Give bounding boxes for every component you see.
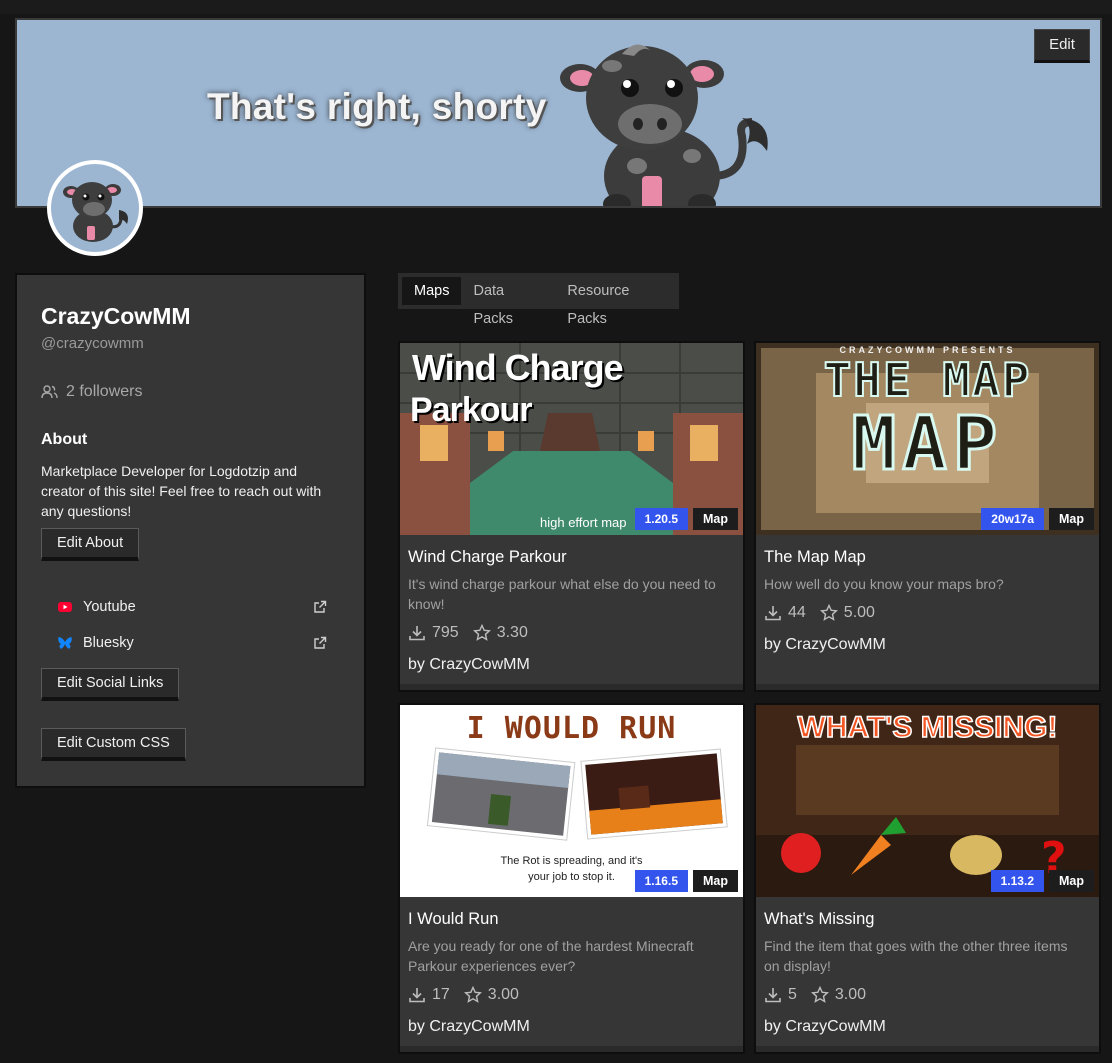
bluesky-icon: [58, 637, 72, 649]
edit-custom-css-button[interactable]: Edit Custom CSS: [41, 728, 186, 761]
tab-resource-packs[interactable]: Resource Packs: [555, 277, 679, 327]
social-link-bluesky[interactable]: Bluesky: [57, 631, 327, 655]
rating-value: 3.00: [487, 986, 519, 1003]
card-title[interactable]: What's Missing: [764, 910, 874, 929]
card-stats: 17 3.00: [408, 986, 533, 1004]
card-stats: 795 3.30: [408, 624, 542, 642]
star-icon: [472, 624, 491, 641]
content-tabs: Maps Data Packs Resource Packs: [398, 273, 679, 327]
profile-sidebar: CrazyCowMM @crazycowmm 2 followers About…: [15, 273, 366, 788]
map-card-wind-charge-parkour[interactable]: Wind Charge Parkour high effort map 1.20…: [398, 341, 745, 692]
card-description: How well do you know your maps bro?: [764, 576, 1004, 592]
map-card-the-map-map[interactable]: CRAZYCOWMM PRESENTS THE MAP MAP 20w17a M…: [754, 341, 1101, 692]
youtube-icon: [58, 602, 72, 612]
card-author[interactable]: by CrazyCowMM: [764, 636, 886, 654]
rating-value: 3.00: [834, 986, 867, 1003]
star-icon: [810, 986, 829, 1003]
card-thumbnail[interactable]: Wind Charge Parkour high effort map 1.20…: [400, 343, 743, 535]
card-footer: [400, 1046, 743, 1052]
download-icon: [409, 988, 425, 1003]
download-icon: [765, 988, 781, 1003]
version-badge: 20w17a: [981, 508, 1044, 530]
tab-data-packs[interactable]: Data Packs: [461, 277, 555, 327]
thumbnail-subtitle: MAP: [850, 400, 1004, 489]
card-title[interactable]: The Map Map: [764, 548, 866, 567]
avatar[interactable]: [47, 160, 143, 256]
external-link-icon[interactable]: [313, 600, 327, 614]
card-description: Find the item that goes with the other t…: [764, 938, 1068, 974]
thumbnail-title: THE MAP: [823, 352, 1032, 408]
card-footer: [400, 684, 743, 690]
tab-maps[interactable]: Maps: [402, 277, 462, 305]
thumbnail-title: I WOULD RUN: [466, 711, 677, 746]
thumbnail-title: Wind Charge: [412, 347, 624, 388]
card-footer: [756, 684, 1099, 690]
thumbnail-caption-line2: your job to stop it.: [528, 871, 615, 883]
card-thumbnail[interactable]: ? WHAT'S MISSING! 1.13.2 Map: [756, 705, 1099, 897]
download-count: 44: [788, 604, 806, 621]
followers-count[interactable]: 2 followers: [41, 383, 142, 401]
users-icon: [41, 385, 58, 399]
about-heading: About: [41, 431, 88, 448]
map-card-i-would-run[interactable]: I WOULD RUN The Rot is spreading, and it…: [398, 703, 745, 1054]
download-count: 5: [788, 986, 797, 1003]
download-count: 17: [432, 986, 450, 1003]
type-badge: Map: [1049, 870, 1094, 892]
map-card-whats-missing[interactable]: ? WHAT'S MISSING! 1.13.2 Map What's Miss…: [754, 703, 1101, 1054]
download-count: 795: [432, 624, 459, 641]
card-stats: 44 5.00: [764, 604, 889, 622]
card-thumbnail[interactable]: CRAZYCOWMM PRESENTS THE MAP MAP 20w17a M…: [756, 343, 1099, 535]
card-author[interactable]: by CrazyCowMM: [764, 1018, 886, 1036]
edit-about-button[interactable]: Edit About: [41, 528, 140, 561]
card-description: It's wind charge parkour what else do yo…: [408, 576, 716, 612]
rating-value: 3.30: [496, 624, 528, 641]
cow-avatar-image: [63, 182, 128, 242]
version-badge: 1.13.2: [990, 870, 1044, 892]
thumbnail-caption: high effort map: [540, 515, 627, 530]
followers-label: 2 followers: [66, 383, 143, 400]
star-icon: [463, 986, 482, 1003]
profile-handle: @crazycowmm: [41, 335, 144, 352]
thumbnail-subtitle: Parkour: [410, 391, 532, 429]
type-badge: Map: [1049, 508, 1094, 530]
card-author[interactable]: by CrazyCowMM: [408, 1018, 530, 1036]
profile-name: CrazyCowMM: [41, 303, 191, 329]
external-link-icon[interactable]: [313, 636, 327, 650]
download-icon: [765, 606, 781, 621]
about-text: Marketplace Developer for Logdotzip and …: [41, 463, 322, 519]
profile-banner: That's right, shorty Edit: [15, 18, 1102, 208]
edit-social-links-button[interactable]: Edit Social Links: [41, 668, 180, 701]
card-description: Are you ready for one of the hardest Min…: [408, 938, 694, 974]
card-title[interactable]: I Would Run: [408, 910, 499, 929]
download-icon: [409, 626, 425, 641]
cow-mascot-image: [560, 44, 768, 206]
type-badge: Map: [693, 508, 738, 530]
banner-text: That's right, shorty: [207, 86, 547, 127]
version-badge: 1.20.5: [634, 508, 688, 530]
card-title[interactable]: Wind Charge Parkour: [408, 548, 567, 567]
thumbnail-title: WHAT'S MISSING!: [797, 710, 1058, 745]
social-link-youtube[interactable]: Youtube: [57, 595, 327, 619]
card-author[interactable]: by CrazyCowMM: [408, 656, 530, 674]
card-footer: [756, 1046, 1099, 1052]
top-bar: [0, 0, 1112, 14]
rating-value: 5.00: [843, 604, 875, 621]
edit-banner-button[interactable]: Edit: [1034, 29, 1090, 63]
type-badge: Map: [693, 870, 738, 892]
social-label-youtube: Youtube: [83, 599, 136, 615]
card-thumbnail[interactable]: I WOULD RUN The Rot is spreading, and it…: [400, 705, 743, 897]
social-label-bluesky: Bluesky: [83, 635, 134, 651]
star-icon: [819, 604, 838, 621]
version-badge: 1.16.5: [634, 870, 688, 892]
thumbnail-caption-line1: The Rot is spreading, and it's: [500, 855, 643, 867]
card-stats: 5 3.00: [764, 986, 880, 1004]
